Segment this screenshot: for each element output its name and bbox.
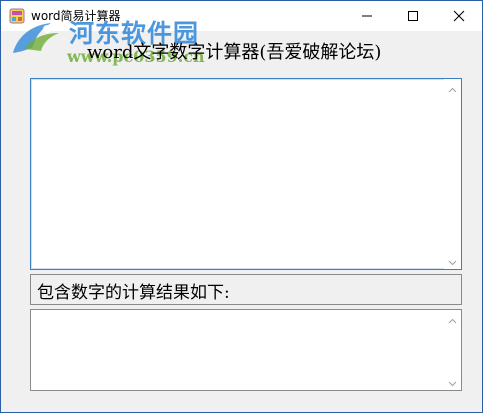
close-button[interactable] [436,1,482,31]
scroll-down-button[interactable] [444,252,461,269]
close-icon [453,7,465,26]
maximize-button[interactable] [390,1,436,31]
input-textarea[interactable] [30,78,462,270]
page-title: word文字数字计算器(吾爱破解论坛) [87,42,382,63]
chevron-up-icon [448,309,457,328]
result-label: 包含数字的计算结果如下: [37,283,230,303]
scroll-down-button[interactable] [444,373,461,390]
input-scrollbar[interactable] [444,79,461,269]
chevron-up-icon [448,78,457,97]
app-window: word简易计算器 河东软件园 www.pc0359.cn word文字数字计算… [0,0,483,413]
chevron-down-icon [448,372,457,391]
scroll-up-button[interactable] [444,79,461,96]
chevron-down-icon [448,251,457,270]
maximize-icon [407,7,419,26]
result-scrollbar[interactable] [444,310,461,390]
minimize-icon [361,7,373,26]
watermark-logo-icon [7,19,65,59]
result-label-box: 包含数字的计算结果如下: [30,274,462,305]
result-textarea[interactable] [30,309,462,391]
minimize-button[interactable] [344,1,390,31]
scroll-up-button[interactable] [444,310,461,327]
